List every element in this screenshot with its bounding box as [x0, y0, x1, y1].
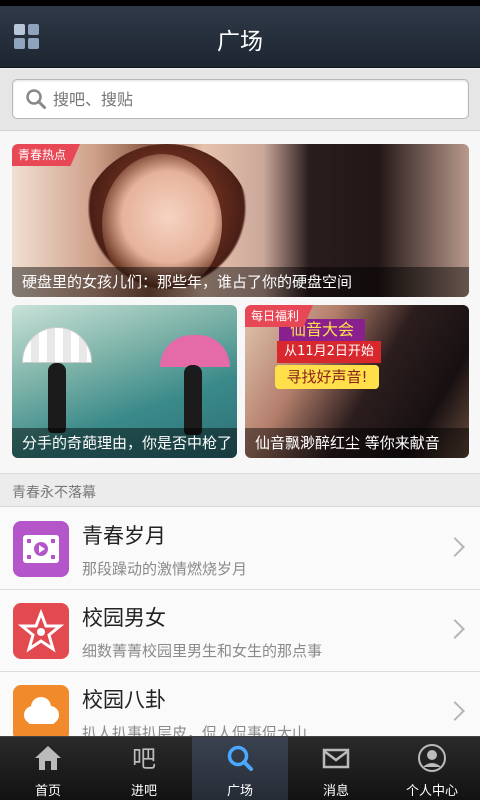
event-banner: 仙音大会 从11月2日开始 寻找好声音!	[273, 319, 383, 389]
film-icon	[13, 521, 69, 577]
cloud-icon	[13, 685, 69, 736]
list-item[interactable]: 青春岁月 那段躁动的激情燃烧岁月	[0, 508, 480, 590]
user-icon	[418, 744, 446, 772]
list-item[interactable]: 校园八卦 扒人扒事扒层皮，侃人侃事侃大山	[0, 672, 480, 736]
tab-messages[interactable]: 消息	[288, 737, 384, 800]
svg-text:吧: 吧	[132, 745, 156, 773]
search-icon	[227, 745, 253, 771]
tab-square[interactable]: 广场	[192, 737, 288, 800]
featured-main-card[interactable]: 青春热点 硬盘里的女孩儿们：那些年，谁占了你的硬盘空间	[12, 144, 469, 297]
tab-home[interactable]: 首页	[0, 737, 96, 800]
search-icon	[26, 89, 46, 109]
chevron-right-icon	[445, 701, 465, 721]
page-title: 广场	[217, 29, 263, 55]
featured-right-caption: 仙音飘渺醉红尘 等你来献音	[245, 428, 469, 458]
pink-umbrella-image	[160, 335, 230, 367]
section-title: 青春永不落幕	[12, 485, 96, 501]
umbrella-image	[22, 327, 92, 363]
star-icon	[13, 603, 69, 659]
search-area	[0, 69, 480, 131]
mail-icon	[322, 748, 350, 769]
chevron-right-icon	[445, 537, 465, 557]
featured-caption: 硬盘里的女孩儿们：那些年，谁占了你的硬盘空间	[12, 267, 469, 297]
tab-ba[interactable]: 吧 进吧	[96, 737, 192, 800]
list-item-title: 青春岁月	[82, 524, 166, 548]
list-item[interactable]: 校园男女 细数菁菁校园里男生和女生的那点事	[0, 590, 480, 672]
bottom-tab-bar: 首页 吧 进吧 广场 消息 个人中心	[0, 736, 480, 800]
search-input[interactable]	[53, 86, 453, 112]
featured-right-tag: 每日福利	[245, 305, 314, 327]
featured-right-card[interactable]: 仙音大会 从11月2日开始 寻找好声音! 每日福利 仙音飘渺醉红尘 等你来献音	[245, 305, 469, 458]
ba-icon: 吧	[132, 745, 156, 773]
top-header: 广场	[0, 6, 480, 68]
search-box[interactable]	[12, 79, 469, 119]
list-item-title: 校园八卦	[82, 688, 166, 712]
chevron-right-icon	[445, 619, 465, 639]
list-item-desc: 细数菁菁校园里男生和女生的那点事	[82, 642, 323, 660]
featured-left-caption: 分手的奇葩理由，你是否中枪了	[12, 428, 237, 458]
tab-profile[interactable]: 个人中心	[384, 737, 480, 800]
section-header: 青春永不落幕	[0, 473, 480, 507]
featured-tag: 青春热点	[12, 144, 81, 166]
home-icon	[35, 746, 61, 770]
featured-left-card[interactable]: 分手的奇葩理由，你是否中枪了	[12, 305, 237, 458]
list-item-desc: 扒人扒事扒层皮，侃人侃事侃大山	[82, 724, 308, 736]
main-content: 青春热点 硬盘里的女孩儿们：那些年，谁占了你的硬盘空间 分手的奇葩理由，你是否中…	[0, 132, 480, 736]
list-item-desc: 那段躁动的激情燃烧岁月	[82, 560, 248, 578]
list-item-title: 校园男女	[82, 606, 166, 630]
